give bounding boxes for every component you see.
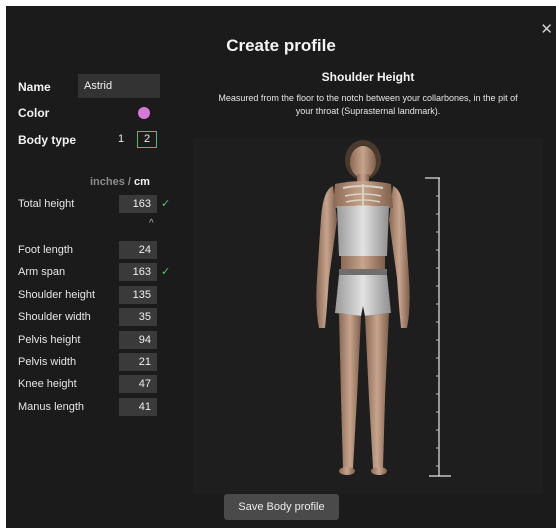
arm-span-label: Arm span bbox=[18, 266, 66, 278]
foot-length-label: Foot length bbox=[18, 244, 74, 256]
body-model-viewer[interactable] bbox=[193, 138, 543, 494]
check-icon: ✓ bbox=[161, 266, 171, 278]
height-ruler bbox=[425, 177, 451, 477]
manus-length-input[interactable]: 41 bbox=[119, 398, 157, 416]
pelvis-width-label: Pelvis width bbox=[18, 356, 77, 368]
unit-toggle: inches / cm bbox=[90, 176, 150, 188]
create-profile-dialog: Create profile ✕ Name Color Body type 1 … bbox=[6, 6, 556, 528]
unit-inches[interactable]: inches bbox=[90, 176, 125, 188]
body-type-option-2[interactable]: 2 bbox=[137, 131, 157, 148]
name-input[interactable] bbox=[78, 74, 160, 98]
dialog-title: Create profile bbox=[226, 36, 336, 55]
shoulder-height-input[interactable]: 135 bbox=[119, 286, 157, 304]
close-icon[interactable]: ✕ bbox=[540, 20, 553, 38]
pelvis-width-input[interactable]: 21 bbox=[119, 353, 157, 371]
manus-length-label: Manus length bbox=[18, 401, 85, 413]
check-icon: ✓ bbox=[161, 198, 171, 210]
body-type-option-1[interactable]: 1 bbox=[116, 133, 126, 145]
panel-description: Measured from the floor to the notch bet… bbox=[218, 93, 518, 116]
unit-separator: / bbox=[127, 176, 131, 188]
panel-title: Shoulder Height bbox=[321, 70, 415, 84]
save-body-profile-button[interactable]: Save Body profile bbox=[224, 494, 339, 520]
body-type-label: Body type bbox=[18, 133, 77, 147]
shoulder-width-input[interactable]: 35 bbox=[119, 308, 157, 326]
pelvis-height-label: Pelvis height bbox=[18, 334, 81, 346]
collapse-caret-icon[interactable]: ^ bbox=[149, 218, 154, 229]
color-swatch[interactable] bbox=[138, 107, 150, 119]
color-label: Color bbox=[18, 106, 50, 120]
arm-span-input[interactable]: 163 bbox=[119, 263, 157, 281]
foot-length-input[interactable]: 24 bbox=[119, 241, 157, 259]
shoulder-height-label: Shoulder height bbox=[18, 289, 96, 301]
knee-height-label: Knee height bbox=[18, 378, 77, 390]
shoulder-width-label: Shoulder width bbox=[18, 311, 91, 323]
name-label: Name bbox=[18, 80, 51, 94]
total-height-label: Total height bbox=[18, 198, 75, 210]
knee-height-input[interactable]: 47 bbox=[119, 375, 157, 393]
pelvis-height-input[interactable]: 94 bbox=[119, 331, 157, 349]
total-height-input[interactable]: 163 bbox=[119, 195, 157, 213]
unit-cm[interactable]: cm bbox=[134, 176, 150, 188]
